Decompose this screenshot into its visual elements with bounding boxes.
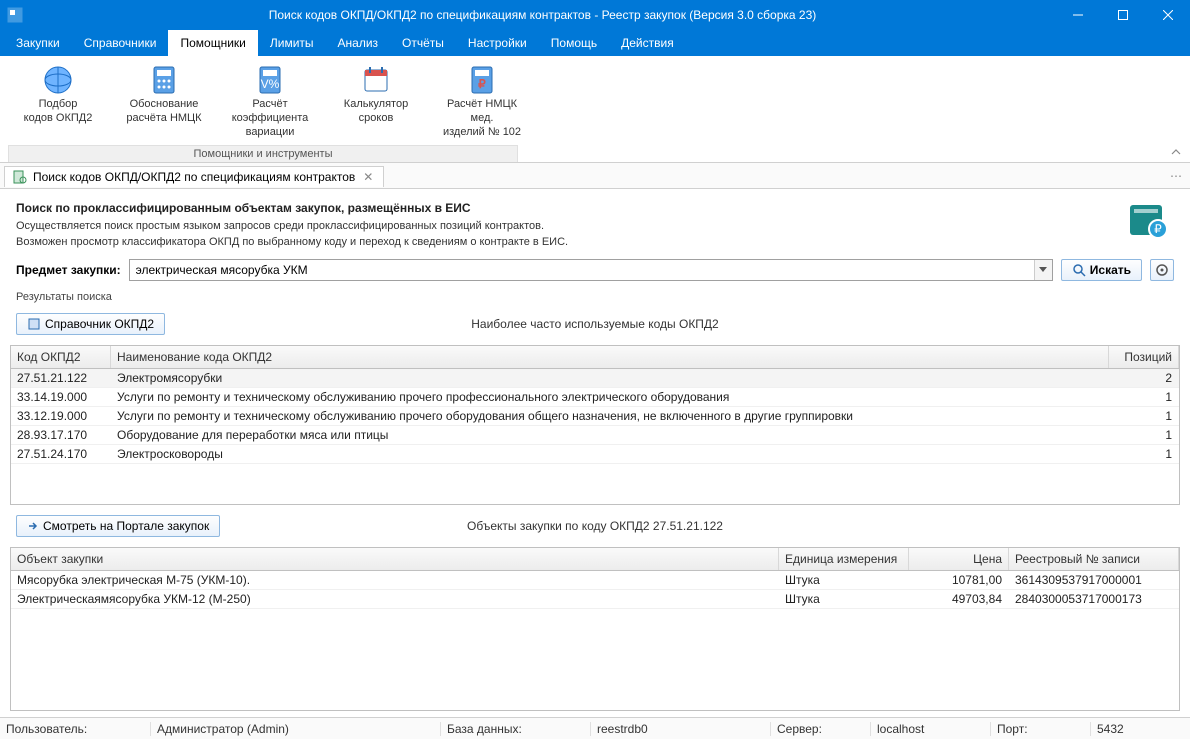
- svg-text:₽: ₽: [478, 77, 486, 91]
- table-row[interactable]: 27.51.21.122 Электромясорубки 2: [11, 369, 1179, 388]
- ribbon-variation-coeff[interactable]: V% Расчёт коэффициента вариации: [220, 62, 320, 141]
- dropdown-icon[interactable]: [1034, 260, 1052, 280]
- menu-helpers[interactable]: Помощники: [168, 30, 257, 56]
- content-area: Поиск по проклассифицированным объектам …: [0, 189, 1190, 717]
- col-name[interactable]: Наименование кода ОКПД2: [111, 346, 1109, 368]
- ribbon-label: Обоснование расчёта НМЦК: [126, 98, 201, 126]
- document-tab[interactable]: Поиск кодов ОКПД/ОКПД2 по спецификациям …: [4, 166, 384, 187]
- title-bar: Поиск кодов ОКПД/ОКПД2 по спецификациям …: [0, 0, 1190, 30]
- ribbon-okpd2-codes[interactable]: Подбор кодов ОКПД2: [8, 62, 108, 141]
- page-desc-2: Возможен просмотр классификатора ОКПД по…: [16, 235, 1174, 251]
- close-button[interactable]: [1145, 0, 1190, 30]
- menu-bar: Закупки Справочники Помощники Лимиты Ана…: [0, 30, 1190, 56]
- calculator-icon: [148, 64, 180, 96]
- app-icon: [0, 7, 30, 23]
- status-port-label: Порт:: [990, 722, 1090, 736]
- results-label: Результаты поиска: [10, 291, 1180, 303]
- magnifier-icon: [1072, 263, 1086, 277]
- table-row[interactable]: Электрическаямясорубка УКМ-12 (М-250) Шт…: [11, 590, 1179, 609]
- view-portal-button[interactable]: Смотреть на Портале закупок: [16, 515, 220, 537]
- menu-settings[interactable]: Настройки: [456, 30, 539, 56]
- book-icon: [27, 317, 41, 331]
- search-doc-icon: [13, 170, 27, 184]
- okpd2-reference-button[interactable]: Справочник ОКПД2: [16, 313, 165, 335]
- minimize-button[interactable]: [1055, 0, 1100, 30]
- menu-references[interactable]: Справочники: [72, 30, 169, 56]
- tab-close-button[interactable]: ✕: [361, 170, 375, 184]
- results-toolbar: Справочник ОКПД2 Наиболее часто использу…: [10, 311, 1180, 337]
- col-positions[interactable]: Позиций: [1109, 346, 1179, 368]
- objects-grid[interactable]: Объект закупки Единица измерения Цена Ре…: [10, 547, 1180, 711]
- table-row[interactable]: 27.51.24.170 Электросковороды 1: [11, 445, 1179, 464]
- okpd2-ref-label: Справочник ОКПД2: [45, 317, 154, 331]
- document-tabs: Поиск кодов ОКПД/ОКПД2 по спецификациям …: [0, 163, 1190, 189]
- search-button-label: Искать: [1090, 263, 1131, 277]
- status-server-value: localhost: [870, 722, 990, 736]
- col-code[interactable]: Код ОКПД2: [11, 346, 111, 368]
- svg-text:₽: ₽: [1154, 222, 1162, 236]
- svg-text:V%: V%: [261, 77, 280, 91]
- ribbon-label: Калькулятор сроков: [344, 98, 408, 126]
- calendar-icon: [360, 64, 392, 96]
- ribbon-nmck-justification[interactable]: Обоснование расчёта НМЦК: [114, 62, 214, 141]
- frequent-codes-label: Наиболее часто используемые коды ОКПД2: [10, 317, 1180, 331]
- menu-actions[interactable]: Действия: [609, 30, 686, 56]
- status-bar: Пользователь: Администратор (Admin) База…: [0, 717, 1190, 739]
- document-tab-label: Поиск кодов ОКПД/ОКПД2 по спецификациям …: [33, 170, 355, 184]
- menu-reports[interactable]: Отчёты: [390, 30, 456, 56]
- status-user-value: Администратор (Admin): [150, 722, 440, 736]
- search-label: Предмет закупки:: [16, 263, 121, 277]
- ribbon-label: Подбор кодов ОКПД2: [24, 98, 93, 126]
- ribbon-label: Расчёт коэффициента вариации: [224, 98, 316, 139]
- ribbon: Подбор кодов ОКПД2 Обоснование расчёта Н…: [0, 56, 1190, 163]
- menu-purchases[interactable]: Закупки: [4, 30, 72, 56]
- objects-toolbar: Смотреть на Портале закупок Объекты заку…: [10, 513, 1180, 539]
- calculator-ruble-icon: ₽: [466, 64, 498, 96]
- col-object[interactable]: Объект закупки: [11, 548, 779, 570]
- objects-grid-header: Объект закупки Единица измерения Цена Ре…: [11, 548, 1179, 571]
- page-desc-1: Осуществляется поиск простым языком запр…: [16, 219, 1174, 235]
- col-price[interactable]: Цена: [909, 548, 1009, 570]
- col-registry[interactable]: Реестровый № записи: [1009, 548, 1179, 570]
- search-input[interactable]: [130, 260, 1034, 280]
- results-grid-header: Код ОКПД2 Наименование кода ОКПД2 Позици…: [11, 346, 1179, 369]
- status-port-value: 5432: [1090, 722, 1190, 736]
- col-unit[interactable]: Единица измерения: [779, 548, 909, 570]
- arrow-right-icon: [27, 520, 39, 532]
- status-server-label: Сервер:: [770, 722, 870, 736]
- search-row: Предмет закупки: Искать: [10, 259, 1180, 281]
- ribbon-medical-nmck[interactable]: ₽ Расчёт НМЦК мед. изделий № 102: [432, 62, 532, 141]
- table-row[interactable]: 33.14.19.000 Услуги по ремонту и техниче…: [11, 388, 1179, 407]
- ribbon-group-label: Помощники и инструменты: [8, 145, 518, 162]
- globe-icon: [42, 64, 74, 96]
- menu-limits[interactable]: Лимиты: [258, 30, 326, 56]
- tab-options-button[interactable]: ⋯: [1162, 169, 1190, 183]
- settings-button[interactable]: [1150, 259, 1174, 281]
- window-title: Поиск кодов ОКПД/ОКПД2 по спецификациям …: [30, 8, 1055, 22]
- maximize-button[interactable]: [1100, 0, 1145, 30]
- search-combo[interactable]: [129, 259, 1053, 281]
- status-user-label: Пользователь:: [0, 722, 150, 736]
- view-portal-label: Смотреть на Портале закупок: [43, 519, 209, 533]
- gear-icon: [1155, 263, 1169, 277]
- status-db-label: База данных:: [440, 722, 590, 736]
- search-button[interactable]: Искать: [1061, 259, 1142, 281]
- page-header-icon: ₽: [1126, 197, 1170, 241]
- page-title: Поиск по проклассифицированным объектам …: [16, 201, 1174, 215]
- table-row[interactable]: 33.12.19.000 Услуги по ремонту и техниче…: [11, 407, 1179, 426]
- menu-help[interactable]: Помощь: [539, 30, 609, 56]
- ribbon-collapse-button[interactable]: [1170, 146, 1182, 158]
- status-db-value: reestrdb0: [590, 722, 770, 736]
- calculator-percent-icon: V%: [254, 64, 286, 96]
- results-grid[interactable]: Код ОКПД2 Наименование кода ОКПД2 Позици…: [10, 345, 1180, 505]
- page-header: Поиск по проклассифицированным объектам …: [10, 201, 1180, 251]
- table-row[interactable]: 28.93.17.170 Оборудование для переработк…: [11, 426, 1179, 445]
- menu-analysis[interactable]: Анализ: [326, 30, 391, 56]
- ribbon-date-calculator[interactable]: Калькулятор сроков: [326, 62, 426, 141]
- table-row[interactable]: Мясорубка электрическая М-75 (УКМ-10). Ш…: [11, 571, 1179, 590]
- ribbon-label: Расчёт НМЦК мед. изделий № 102: [436, 98, 528, 139]
